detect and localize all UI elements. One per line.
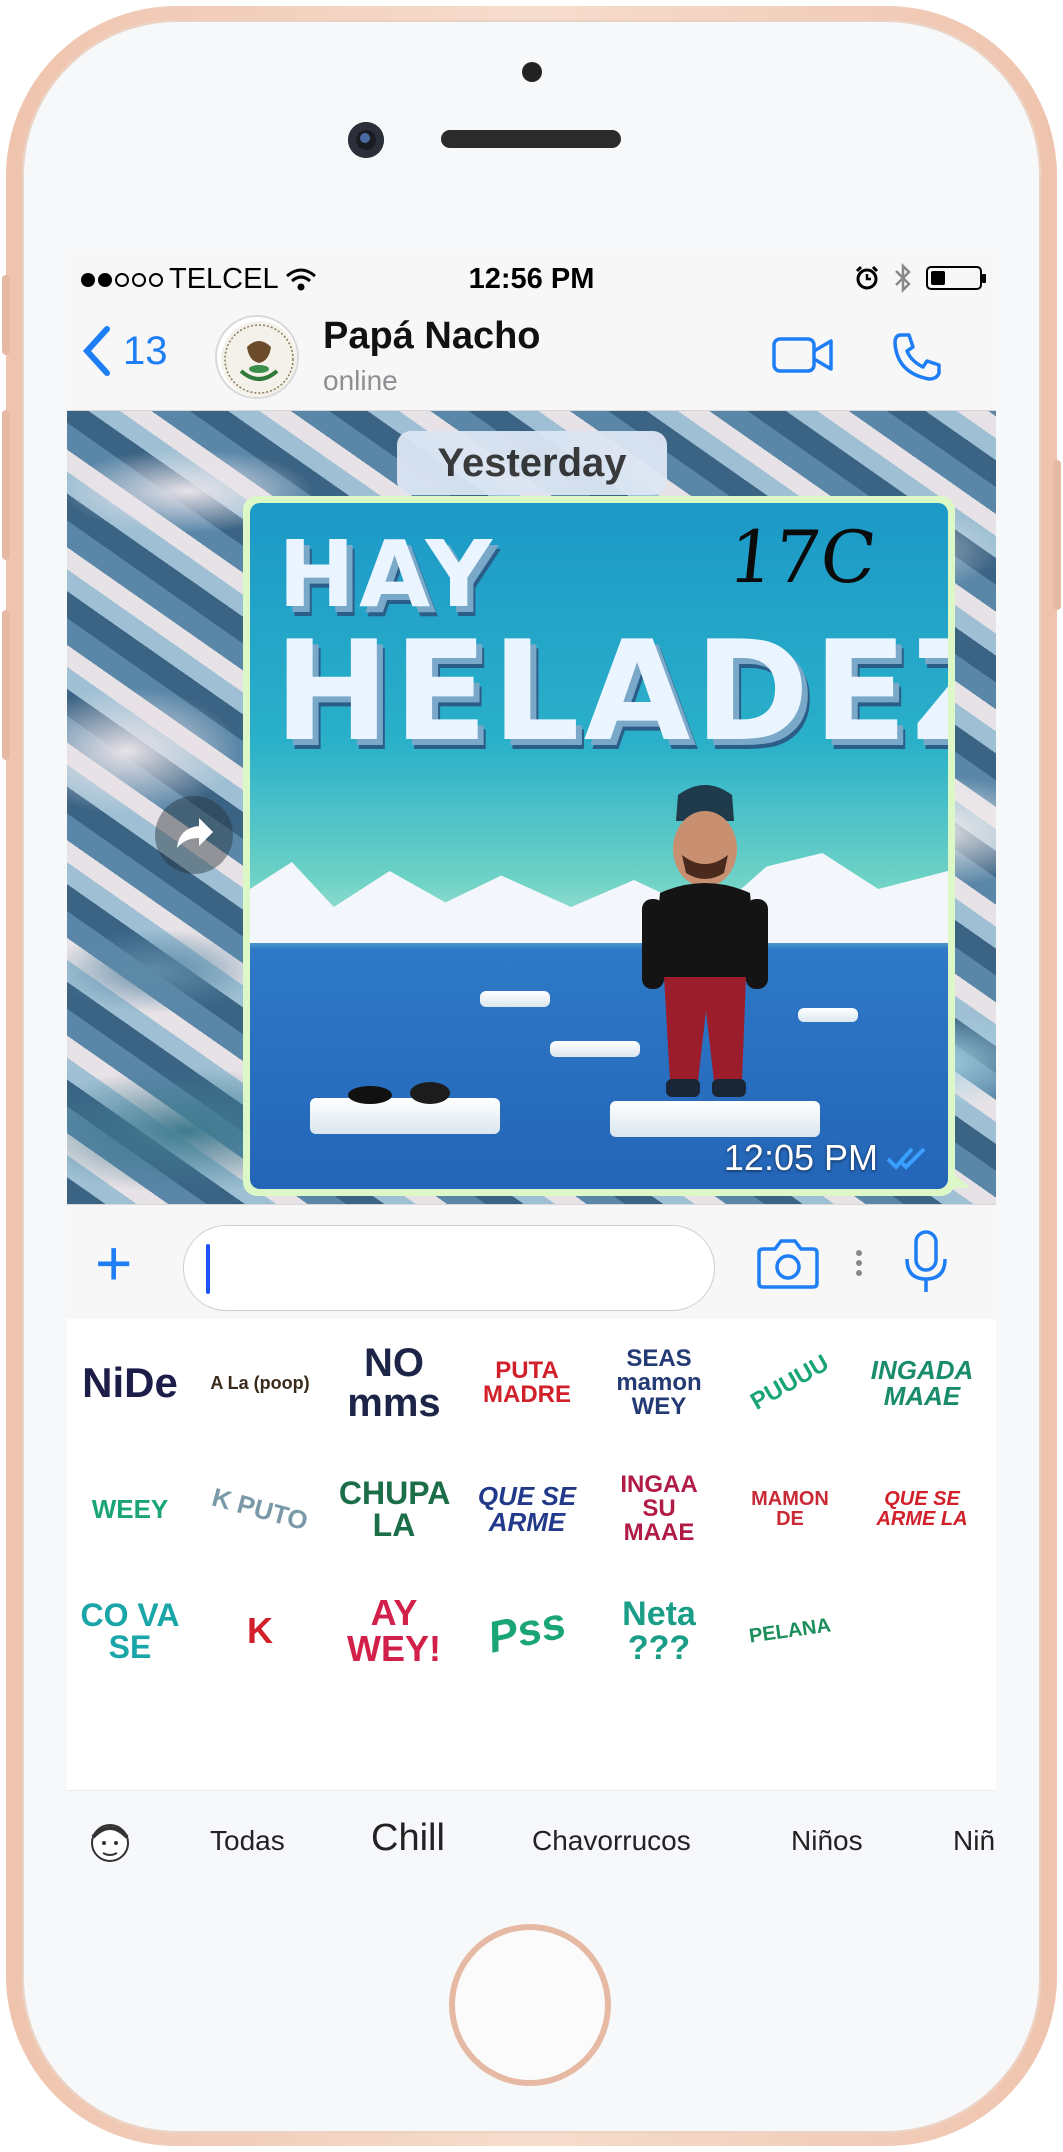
contact-name[interactable]: Papá Nacho: [323, 315, 541, 358]
chat-header: 13 Papá Nacho online: [67, 303, 996, 411]
sticker-item[interactable]: MAMON DE: [735, 1459, 845, 1559]
iceberg-range: [250, 853, 948, 943]
animals-on-floe: [348, 1082, 450, 1104]
sticker-item[interactable]: NiDe: [75, 1333, 185, 1433]
tab-ninos[interactable]: Niños: [791, 1825, 863, 1857]
image-temperature: 17C: [724, 515, 881, 599]
bluetooth-icon: [895, 263, 911, 293]
mute-switch: [2, 275, 10, 355]
volume-up-button: [2, 410, 10, 560]
sticker-image[interactable]: HAY HELADEZ 17C 12:05 PM: [250, 503, 948, 1189]
home-button[interactable]: [449, 1924, 611, 2086]
sticker-item[interactable]: PUTA MADRE: [472, 1333, 582, 1433]
forward-button[interactable]: [155, 796, 233, 874]
sticker-item[interactable]: Neta ???: [604, 1581, 714, 1681]
message-time: 12:05 PM: [723, 1137, 878, 1178]
forward-arrow-icon: [177, 818, 213, 848]
divider-dots-icon: [856, 1250, 862, 1276]
phone-call-icon[interactable]: [891, 331, 943, 383]
sticker-item[interactable]: SEAS mamon WEY: [604, 1333, 714, 1433]
front-camera: [348, 122, 384, 158]
sticker-label: A La (poop): [210, 1373, 310, 1393]
sticker-item[interactable]: Pss: [463, 1571, 591, 1692]
screen: TELCEL 12:56 PM 13 Papá Nacho online Yes…: [67, 255, 996, 1895]
proximity-sensor: [522, 62, 542, 82]
sticker-item[interactable]: AY WEY!: [339, 1581, 449, 1681]
earpiece-speaker: [441, 130, 621, 148]
message-input[interactable]: [183, 1225, 715, 1311]
contact-status: online: [323, 365, 398, 396]
microphone-icon[interactable]: [903, 1229, 949, 1295]
sticker-item[interactable]: INGAA SU MAAE: [604, 1459, 714, 1559]
power-button: [1053, 460, 1061, 610]
text-caret: [206, 1244, 210, 1294]
double-check-icon: [886, 1147, 926, 1170]
input-bar: +: [67, 1204, 996, 1319]
sticker-panel: NiDe A La (poop) NO mms PUTA MADRE SEAS …: [67, 1319, 996, 1789]
back-button[interactable]: 13: [81, 325, 168, 377]
mexico-seal-icon: [221, 321, 297, 397]
sticker-item[interactable]: QUE SE ARME: [472, 1459, 582, 1559]
video-call-icon[interactable]: [771, 331, 835, 379]
sticker-label: MAMON DE: [751, 1488, 829, 1530]
battery-icon: [926, 266, 986, 290]
sticker-label: K: [247, 1610, 273, 1651]
sticker-item[interactable]: CHUPA LA: [339, 1459, 450, 1559]
status-icons: [854, 263, 986, 293]
contact-avatar[interactable]: [215, 315, 299, 399]
attach-plus-icon[interactable]: +: [95, 1231, 132, 1295]
sticker-item[interactable]: K: [205, 1581, 315, 1681]
date-separator: Yesterday: [397, 431, 667, 495]
sticker-item[interactable]: A La (poop): [205, 1333, 315, 1433]
chat-area[interactable]: Yesterday HAY HELADEZ 17C 12:05 PM: [67, 411, 996, 1204]
ice-floe-small: [480, 991, 550, 1007]
image-text-line2: HELADEZ: [274, 611, 948, 772]
image-message[interactable]: HAY HELADEZ 17C 12:05 PM: [243, 496, 971, 1196]
sticker-item[interactable]: PELANA: [729, 1574, 852, 1688]
character-avatar: [642, 785, 768, 1097]
sticker-item[interactable]: INGADA MAAE: [867, 1333, 977, 1433]
volume-down-button: [2, 610, 10, 760]
chevron-left-icon: [82, 326, 110, 376]
sticker-item[interactable]: CO VA SE: [75, 1581, 185, 1681]
sticker-item[interactable]: K PUTO: [194, 1446, 326, 1571]
tab-ninos-2[interactable]: Niñ: [953, 1825, 995, 1857]
sticker-item[interactable]: PUUUU: [717, 1312, 862, 1454]
ice-floe-small: [798, 1008, 858, 1022]
tab-chavorrucos[interactable]: Chavorrucos: [532, 1825, 691, 1857]
alarm-icon: [855, 265, 879, 290]
tab-todas[interactable]: Todas: [210, 1825, 285, 1857]
message-meta: 12:05 PM: [724, 1137, 930, 1179]
sticker-item[interactable]: WEEY: [75, 1459, 185, 1559]
sticker-item[interactable]: NO mms: [339, 1333, 449, 1433]
camera-icon[interactable]: [757, 1235, 819, 1289]
sticker-item[interactable]: QUE SE ARME LA: [867, 1459, 977, 1559]
unread-count: 13: [123, 328, 168, 373]
tab-chill[interactable]: Chill: [371, 1817, 445, 1860]
sticker-category-tabs: Todas Chill Chavorrucos Niños Niñ: [67, 1790, 996, 1895]
ice-floe-small: [550, 1041, 640, 1057]
status-bar: TELCEL 12:56 PM: [67, 255, 996, 303]
user-face-icon[interactable]: [85, 1817, 135, 1867]
